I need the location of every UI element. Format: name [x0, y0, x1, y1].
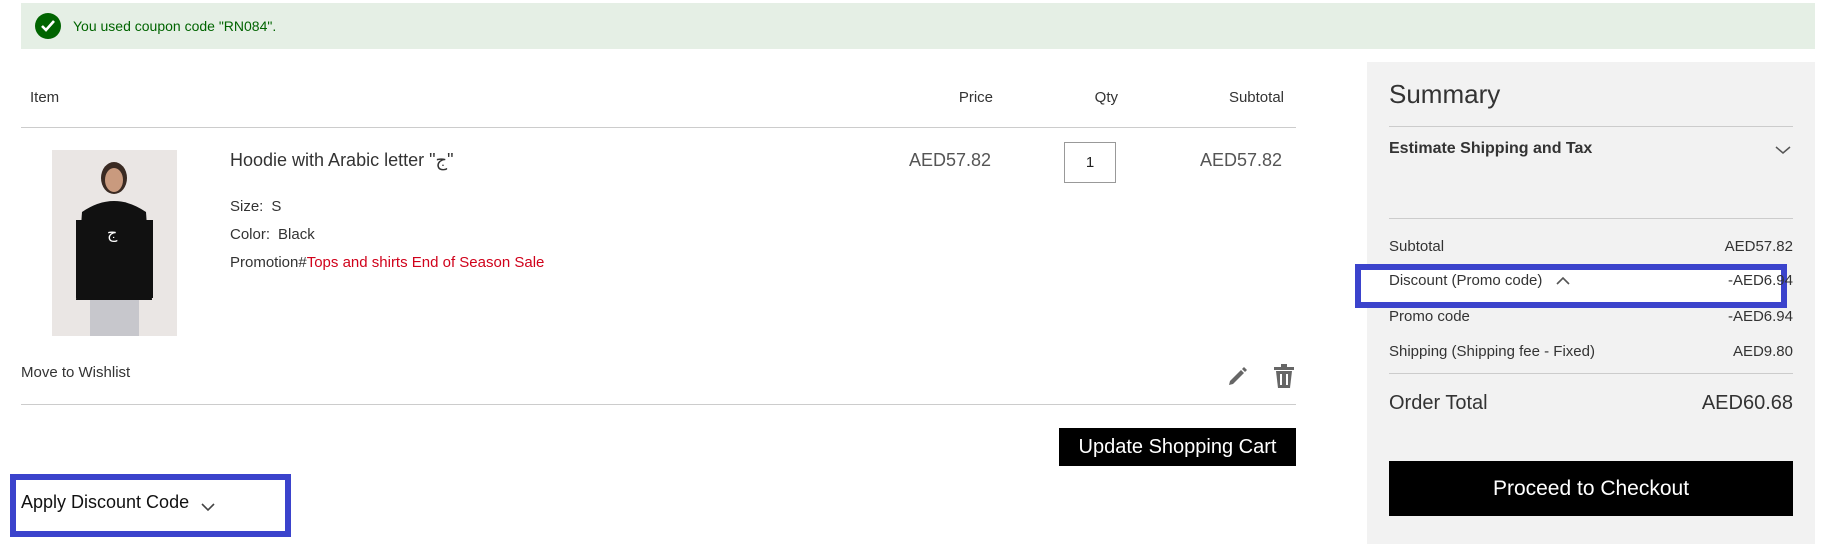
notice-message: You used coupon code "RN084".	[73, 18, 277, 34]
shipping-row: Shipping (Shipping fee - Fixed) AED9.80	[1389, 343, 1793, 360]
check-circle-icon	[35, 13, 61, 39]
subtotal-value: AED57.82	[1724, 238, 1793, 255]
order-total-row: Order Total AED60.68	[1389, 392, 1793, 415]
discount-row[interactable]: Discount (Promo code) -AED6.94	[1389, 272, 1793, 289]
header-price: Price	[958, 89, 993, 106]
estimate-shipping-toggle[interactable]: Estimate Shipping and Tax	[1389, 140, 1592, 158]
summary-divider	[1389, 373, 1793, 374]
subtotal-row: Subtotal AED57.82	[1389, 238, 1793, 255]
header-qty: Qty	[1094, 89, 1118, 106]
promo-code-row: Promo code -AED6.94	[1389, 308, 1793, 325]
product-name[interactable]: Hoodie with Arabic letter "ج"	[230, 150, 454, 171]
apply-discount-toggle[interactable]: Apply Discount Code	[10, 474, 291, 537]
order-total-label: Order Total	[1389, 392, 1488, 414]
color-label: Color:	[230, 226, 271, 243]
product-promotion: Promotion#Tops and shirts End of Season …	[230, 254, 544, 271]
proceed-to-checkout-button[interactable]: Proceed to Checkout	[1389, 461, 1793, 516]
discount-value: -AED6.94	[1727, 272, 1793, 289]
product-size: Size: S	[230, 198, 281, 215]
summary-divider	[1389, 218, 1793, 219]
shipping-value: AED9.80	[1732, 343, 1793, 360]
promo-code-label: Promo code	[1389, 308, 1470, 325]
summary-divider	[1389, 126, 1793, 127]
order-total-value: AED60.68	[1701, 392, 1793, 414]
summary-title: Summary	[1389, 79, 1501, 109]
chevron-down-icon[interactable]	[1775, 142, 1791, 160]
subtotal-label: Subtotal	[1389, 238, 1445, 255]
item-price: AED57.82	[908, 150, 991, 170]
shipping-label: Shipping (Shipping fee - Fixed)	[1389, 343, 1595, 360]
update-cart-button[interactable]: Update Shopping Cart	[1059, 428, 1296, 466]
promotion-label: Promotion#	[230, 254, 307, 271]
header-subtotal: Subtotal	[1228, 89, 1284, 106]
apply-discount-label: Apply Discount Code	[21, 492, 190, 512]
cart-divider	[21, 404, 1296, 405]
promotion-link[interactable]: Tops and shirts End of Season Sale	[307, 254, 545, 271]
product-image-letter: ج	[107, 223, 118, 243]
success-notice: You used coupon code "RN084".	[21, 3, 1815, 49]
header-item: Item	[30, 89, 60, 106]
chevron-up-icon[interactable]	[1556, 276, 1570, 285]
order-summary: Summary Estimate Shipping and Tax Subtot…	[1355, 62, 1815, 544]
product-color: Color: Black	[230, 226, 315, 243]
chevron-down-icon	[201, 496, 215, 517]
trash-icon[interactable]	[1273, 363, 1295, 389]
quantity-input[interactable]: 1	[1064, 142, 1116, 183]
discount-label: Discount (Promo code)	[1389, 272, 1543, 289]
promo-code-value: -AED6.94	[1727, 308, 1793, 325]
move-to-wishlist-link[interactable]: Move to Wishlist	[21, 364, 130, 381]
color-value: Black	[278, 226, 315, 243]
cart-table-header: Item Price Qty Subtotal	[21, 80, 1296, 128]
edit-icon[interactable]	[1226, 364, 1250, 388]
product-image[interactable]: ج	[52, 150, 177, 336]
size-value: S	[271, 198, 282, 215]
item-subtotal: AED57.82	[1199, 150, 1282, 170]
size-label: Size:	[230, 198, 264, 215]
